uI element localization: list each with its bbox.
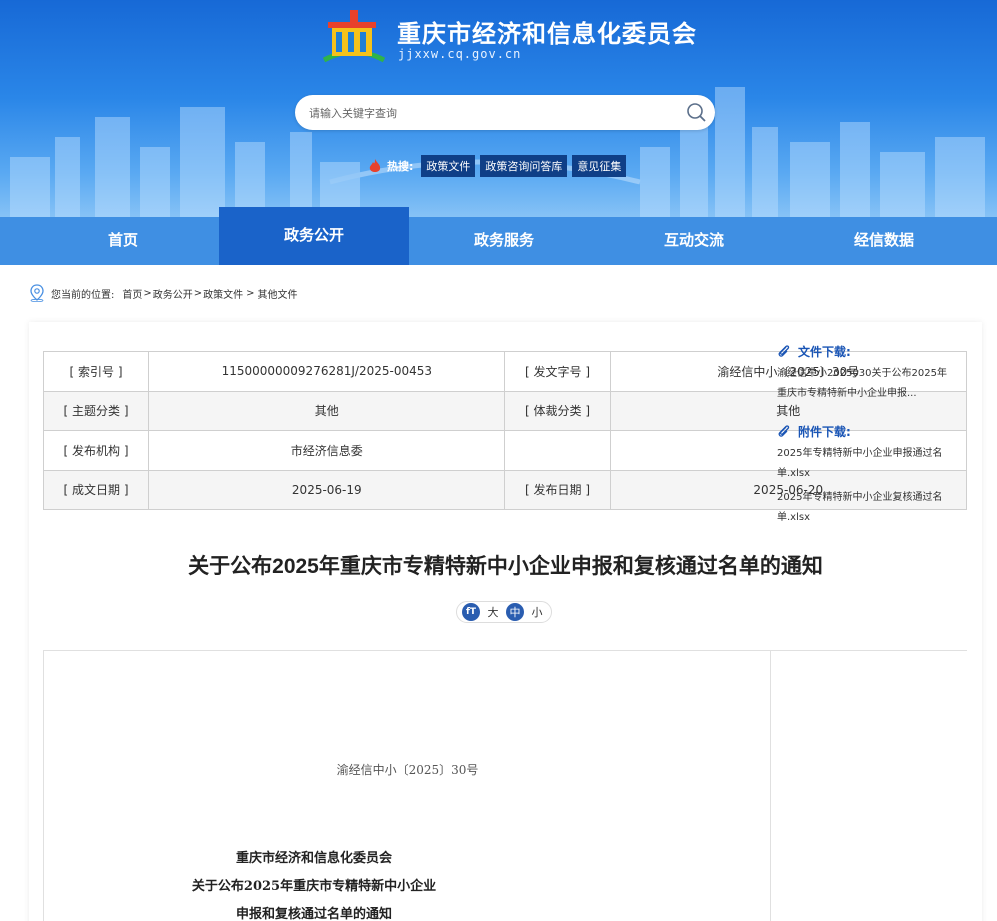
empty-cell [504, 430, 611, 471]
value-written-date: 2025-06-19 [148, 469, 506, 510]
site-logo [322, 10, 386, 63]
value-index-number: 11500000009276281J/2025-00453 [148, 351, 506, 392]
breadcrumb-policy-files[interactable]: 政策文件 [203, 286, 243, 301]
hot-tag-policy-files[interactable]: 政策文件 [421, 155, 476, 177]
font-size-small-button[interactable]: 小 [528, 603, 546, 621]
heading-line: 关于公布2025年重庆市专精特新中小企业 [191, 879, 437, 894]
nav-item-gov-services[interactable]: 政务服务 [409, 217, 599, 265]
heading-line: 申报和复核通过名单的通知 [235, 907, 392, 921]
main-nav: 首页 政务公开 政务服务 互动交流 经信数据 [0, 207, 997, 265]
nav-item-home[interactable]: 首页 [0, 217, 219, 265]
document-body: 渝经信中小〔2025〕30号 重庆市经济和信息化委员会 关于公布2025年重庆市… [43, 650, 967, 921]
content-panel: [ 索引号 ] 11500000009276281J/2025-00453 [ … [29, 322, 982, 921]
article-content: 渝经信中小〔2025〕30号 重庆市经济和信息化委员会 关于公布2025年重庆市… [44, 651, 771, 921]
document-number-line: 渝经信中小〔2025〕30号 [336, 763, 479, 777]
file-download-link[interactable]: 渝经信中小2025030关于公布2025年重庆市专精特新中小企业申报... [777, 364, 953, 404]
attachment-link-review-list[interactable]: 2025年专精特新中小企业复核通过名单.xlsx [777, 488, 953, 528]
value-issuing-agency: 市经济信息委 [148, 430, 506, 471]
nav-item-interaction[interactable]: 互动交流 [599, 217, 789, 265]
label-subject-category: [ 主题分类 ] [42, 390, 150, 431]
breadcrumb-home[interactable]: 首页 [122, 286, 142, 301]
hot-search: 热搜: 政策文件 政策咨询问答库 意见征集 [368, 155, 627, 177]
file-download-heading: 文件下载: [777, 342, 953, 360]
font-size-large-button[interactable]: 大 [484, 603, 502, 621]
breadcrumb: 您当前的位置: 首页 > 政务公开 > 政策文件 > 其他文件 [29, 284, 298, 302]
breadcrumb-prefix: 您当前的位置: [51, 289, 115, 301]
nav-item-gov-affairs-public[interactable]: 政务公开 [219, 207, 409, 265]
breadcrumb-other-files[interactable]: 其他文件 [258, 286, 298, 301]
paperclip-icon [778, 345, 790, 357]
site-domain: jjxxw.cq.gov.cn [398, 47, 522, 61]
font-size-icon: fT [462, 603, 480, 621]
hot-search-label: 热搜: [387, 160, 414, 173]
attachment-download-heading: 附件下载: [777, 422, 953, 440]
label-index-number: [ 索引号 ] [42, 351, 150, 392]
site-title: 重庆市经济和信息化委员会 [397, 21, 697, 48]
heading-line: 重庆市经济和信息化委员会 [235, 851, 392, 866]
label-document-number: [ 发文字号 ] [504, 351, 611, 392]
location-pin-icon [30, 284, 44, 302]
font-size-medium-button[interactable]: 中 [506, 603, 524, 621]
label-genre-category: [ 体裁分类 ] [504, 390, 611, 431]
nav-item-econ-data[interactable]: 经信数据 [789, 217, 979, 265]
breadcrumb-separator: > [143, 287, 152, 299]
document-heading: 重庆市经济和信息化委员会 关于公布2025年重庆市专精特新中小企业 申报和复核通… [44, 845, 584, 921]
search-input[interactable] [309, 103, 669, 123]
breadcrumb-gov-affairs-public[interactable]: 政务公开 [153, 286, 193, 301]
paperclip-icon [778, 425, 790, 437]
breadcrumb-separator: > [246, 287, 255, 299]
download-sidebar: 文件下载: 渝经信中小2025030关于公布2025年重庆市专精特新中小企业申报… [777, 342, 953, 528]
value-subject-category: 其他 [148, 390, 506, 431]
search-icon[interactable] [685, 101, 707, 123]
attachment-download-label: 附件下载: [798, 424, 851, 439]
breadcrumb-separator: > [193, 287, 203, 299]
label-issuing-agency: [ 发布机构 ] [42, 430, 150, 471]
font-size-switcher: fT 大 中 小 [456, 601, 552, 623]
hot-tag-opinion-solicitation[interactable]: 意见征集 [572, 155, 627, 177]
fire-icon [369, 159, 381, 172]
file-download-label: 文件下载: [798, 344, 851, 359]
site-header: 重庆市经济和信息化委员会 jjxxw.cq.gov.cn 热搜: 政策文件 政策… [0, 0, 997, 217]
search-bar [295, 95, 715, 130]
hot-tag-policy-qa[interactable]: 政策咨询问答库 [480, 155, 568, 177]
label-publish-date: [ 发布日期 ] [504, 469, 611, 510]
document-title: 关于公布2025年重庆市专精特新中小企业申报和复核通过名单的通知 [188, 555, 823, 578]
attachment-link-application-list[interactable]: 2025年专精特新中小企业申报通过名单.xlsx [777, 444, 953, 484]
label-written-date: [ 成文日期 ] [42, 469, 150, 510]
